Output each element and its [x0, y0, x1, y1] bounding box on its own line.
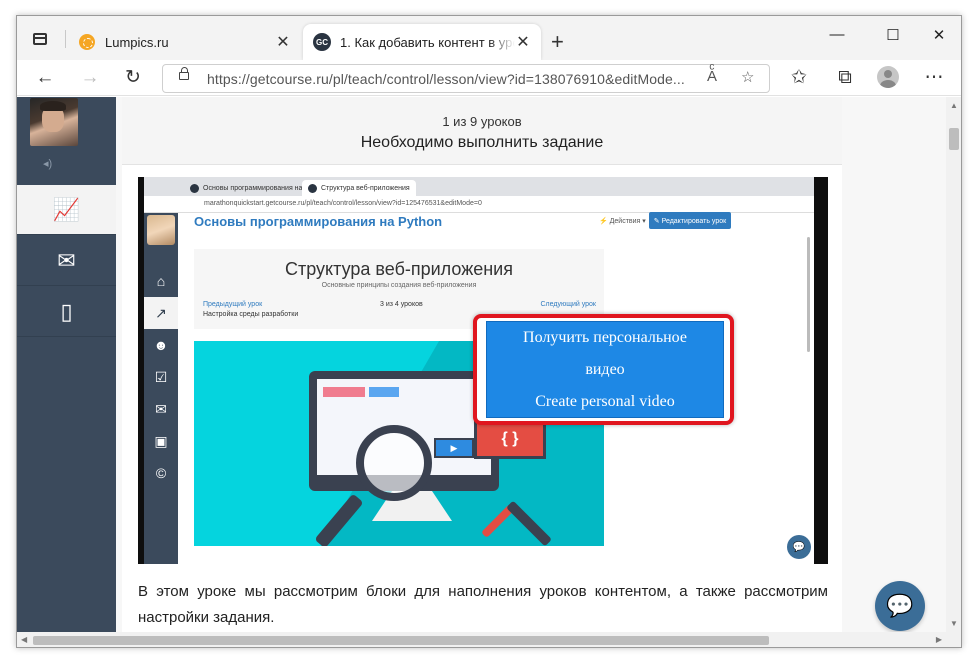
embedded-card-subtitle: Основные принципы создания веб-приложени…: [321, 282, 477, 289]
avatar[interactable]: [30, 98, 78, 146]
refresh-icon[interactable]: ↻: [120, 66, 146, 90]
code-braces-icon: { }: [474, 419, 546, 459]
lesson-page: 1 из 9 уроков Необходимо выполнить задан…: [122, 97, 842, 632]
tab-title: Lumpics.ru: [105, 34, 169, 50]
browser-window: Lumpics.ru ✕ GC 1. Как добавить контент …: [16, 15, 962, 648]
embedded-tab: Структура веб-приложения: [302, 180, 416, 196]
mobile-icon: ▯: [60, 298, 73, 324]
collections-icon[interactable]: ⧉: [832, 66, 858, 90]
play-icon: ▶: [434, 438, 474, 458]
scroll-up-icon[interactable]: ▲: [950, 101, 958, 110]
back-icon[interactable]: ←: [32, 66, 58, 90]
maximize-button[interactable]: ☐: [878, 26, 908, 44]
lesson-description: В этом уроке мы рассмотрим блоки для нап…: [138, 583, 828, 626]
profile-icon[interactable]: [877, 66, 899, 88]
embedded-edit-button: ✎ Редактировать урок: [649, 212, 731, 229]
mail-icon: ✉: [155, 400, 167, 417]
sidebar-item-mail[interactable]: ✉: [17, 236, 116, 286]
embedded-avatar: [147, 215, 175, 245]
embedded-url: marathonquickstart.getcourse.ru/pl/teach…: [204, 200, 482, 207]
scroll-corner: [946, 632, 961, 647]
tab-divider: [65, 30, 66, 48]
embedded-next-label: Следующий урок: [540, 301, 596, 308]
address-toolbar: ← → ↻ https://getcourse.ru/pl/teach/cont…: [17, 60, 961, 96]
chat-icon: 💬: [886, 593, 914, 618]
chart-icon: 📈: [52, 196, 81, 222]
chart-icon: ↗: [144, 297, 178, 329]
mail-icon: ✉: [57, 247, 76, 273]
embedded-chat-icon: 💬: [787, 535, 811, 559]
embedded-course-title: Основы программирования на Python: [194, 214, 443, 229]
new-tab-button[interactable]: +: [551, 29, 564, 55]
embedded-prev-label: Предыдущий урок: [203, 301, 263, 308]
minimize-button[interactable]: —: [822, 26, 852, 43]
sidebar-item-stats[interactable]: 📈: [17, 185, 116, 235]
magnifier-icon: [356, 425, 432, 501]
highlight-frame: Получить персональное видео Create perso…: [473, 314, 734, 425]
horizontal-scrollbar[interactable]: ◀ ▶: [17, 632, 946, 647]
close-tab-icon[interactable]: ✕: [275, 32, 291, 52]
embedded-sidebar: ⌂ ↗ ☻ ☑ ✉ ▣ ©: [144, 213, 178, 564]
embedded-tab-strip: Основы программирования на Структура веб…: [144, 177, 814, 196]
scroll-down-icon[interactable]: ▼: [950, 619, 958, 628]
tab-title: 1. Как добавить контент в урок: [340, 34, 515, 50]
checkbox-icon: ☑: [154, 368, 168, 385]
embedded-tab-title: Структура веб-приложения: [321, 184, 410, 192]
favorites-icon[interactable]: ✩: [786, 66, 812, 90]
popup-line: Получить персональное: [523, 328, 687, 346]
forward-icon[interactable]: →: [77, 66, 103, 90]
add-favorite-icon[interactable]: ☆: [741, 68, 754, 86]
tab-strip: Lumpics.ru ✕ GC 1. Как добавить контент …: [17, 16, 961, 60]
money-icon: ▣: [154, 432, 168, 449]
chat-button[interactable]: 💬: [875, 581, 925, 631]
popup-line: видео: [585, 360, 625, 378]
popup-line: Create personal video: [535, 392, 675, 410]
address-bar[interactable]: https://getcourse.ru/pl/teach/control/le…: [162, 64, 770, 93]
url-text[interactable]: https://getcourse.ru/pl/teach/control/le…: [207, 71, 685, 87]
lesson-header: 1 из 9 уроков Необходимо выполнить задан…: [122, 97, 842, 165]
more-icon[interactable]: ⋯: [921, 66, 947, 90]
sidebar: ◂) 📈 ✉ ▯: [17, 97, 116, 632]
page-content: ◂) 📈 ✉ ▯ 1 из 9 уроков Необходимо выполн…: [17, 97, 946, 632]
embedded-tab: Основы программирования на: [184, 180, 308, 196]
close-tab-icon[interactable]: ✕: [515, 32, 531, 52]
embedded-card-title: Структура веб-приложения: [285, 259, 513, 279]
screen-block: [323, 387, 365, 397]
tab-actions-icon[interactable]: [33, 33, 47, 45]
horizontal-scroll-thumb[interactable]: [33, 636, 769, 645]
lesson-counter: 1 из 9 уроков: [442, 114, 522, 129]
getcourse-favicon-icon: [190, 183, 199, 193]
users-icon: ☻: [153, 337, 169, 353]
getcourse-icon: ©: [155, 465, 167, 481]
scroll-left-icon[interactable]: ◀: [21, 635, 27, 644]
page-title: Необходимо выполнить задание: [360, 134, 604, 151]
vertical-scrollbar[interactable]: ▲ ▼: [946, 97, 961, 632]
embedded-position: 3 из 4 уроков: [380, 301, 423, 308]
embedded-scrollbar: [807, 237, 810, 352]
lesson-video-screenshot[interactable]: Основы программирования на Структура веб…: [138, 177, 828, 564]
lock-icon[interactable]: [179, 67, 189, 80]
getcourse-favicon-icon: [308, 183, 317, 193]
home-icon: ⌂: [156, 273, 166, 289]
lumpics-favicon-icon: [79, 34, 95, 50]
getcourse-favicon-icon: GC: [313, 33, 331, 51]
sidebar-item-mobile[interactable]: ▯: [17, 287, 116, 337]
read-aloud-icon[interactable]: Aͨ: [707, 68, 717, 85]
embedded-tab-title: Основы программирования на: [203, 184, 303, 192]
embedded-prev-name: Настройка среды разработки: [203, 311, 299, 318]
speaker-icon[interactable]: ◂): [43, 157, 52, 170]
scroll-right-icon[interactable]: ▶: [936, 635, 942, 644]
embedded-address-bar: marathonquickstart.getcourse.ru/pl/teach…: [144, 196, 814, 213]
screen-block: [369, 387, 399, 397]
tab-getcourse[interactable]: GC 1. Как добавить контент в урок ✕: [303, 24, 541, 60]
embedded-actions: ⚡ Действия ▾: [599, 218, 646, 225]
create-personal-video-button[interactable]: Получить персональное видео Create perso…: [486, 321, 724, 418]
tab-lumpics[interactable]: Lumpics.ru ✕: [69, 24, 301, 60]
vertical-scroll-thumb[interactable]: [949, 128, 959, 150]
close-window-button[interactable]: ✕: [924, 26, 954, 44]
